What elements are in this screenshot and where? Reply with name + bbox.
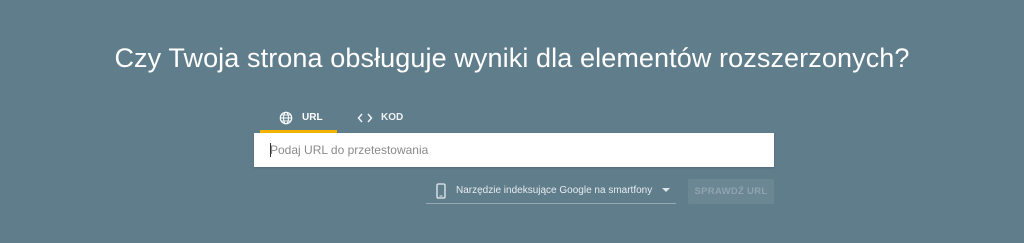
tab-url[interactable]: URL [260,103,337,133]
text-caret [270,143,271,157]
url-input[interactable] [254,133,774,167]
smartphone-icon [430,182,452,200]
crawler-select-value: Narzędzie indeksujące Google na smartfon… [456,185,653,196]
crawler-select[interactable]: Narzędzie indeksujące Google na smartfon… [426,178,676,204]
tab-code[interactable]: KOD [337,103,417,132]
input-mode-tabs: URL KOD [260,103,417,133]
tab-url-label: URL [302,112,323,123]
page-title: Czy Twoja strona obsługuje wyniki dla el… [114,43,910,73]
test-url-button[interactable]: SPRAWDŹ URL [688,179,774,204]
code-icon [357,110,373,126]
chevron-down-icon [662,188,670,192]
globe-icon [278,110,294,126]
tab-code-label: KOD [381,112,404,123]
